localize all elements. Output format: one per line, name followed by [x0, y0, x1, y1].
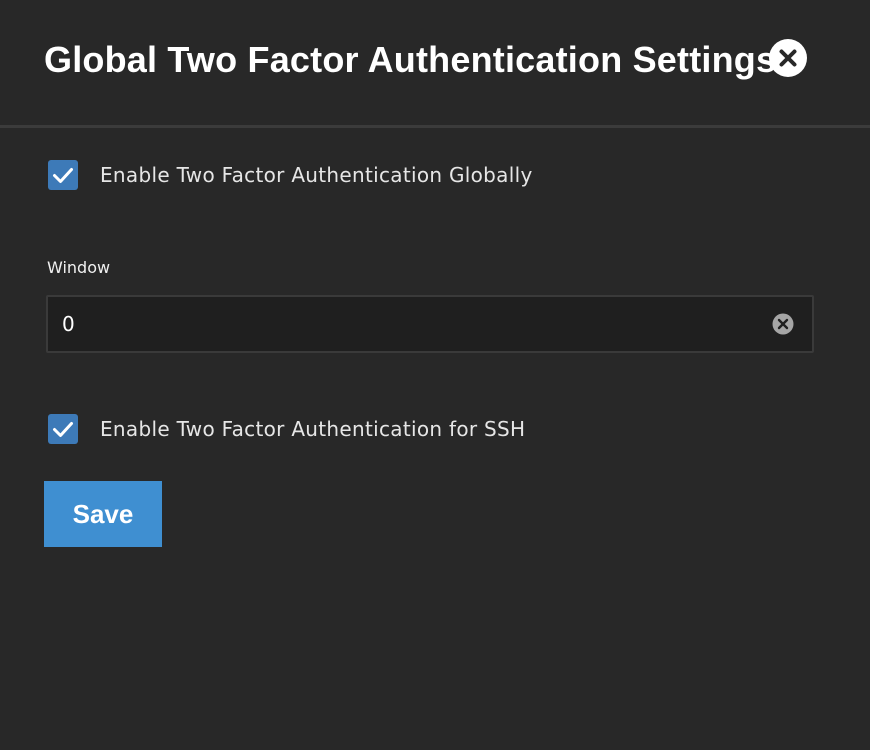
close-icon	[779, 49, 797, 67]
enable-ssh-checkbox[interactable]	[48, 414, 78, 444]
enable-globally-row[interactable]: Enable Two Factor Authentication Globall…	[48, 160, 533, 190]
enable-ssh-row[interactable]: Enable Two Factor Authentication for SSH	[48, 414, 525, 444]
save-button[interactable]: Save	[44, 481, 162, 547]
window-field	[46, 295, 814, 353]
window-input[interactable]	[62, 297, 752, 351]
enable-globally-checkbox[interactable]	[48, 160, 78, 190]
window-label: Window	[47, 258, 111, 277]
header-divider	[0, 125, 870, 128]
dialog-header: Global Two Factor Authentication Setting…	[0, 0, 870, 125]
checkmark-icon	[53, 168, 73, 183]
enable-globally-label: Enable Two Factor Authentication Globall…	[100, 163, 533, 187]
enable-ssh-label: Enable Two Factor Authentication for SSH	[100, 417, 526, 441]
checkmark-icon	[53, 422, 73, 437]
dialog-title: Global Two Factor Authentication Setting…	[44, 39, 777, 80]
close-button[interactable]	[769, 39, 807, 77]
clear-icon[interactable]	[772, 313, 794, 335]
